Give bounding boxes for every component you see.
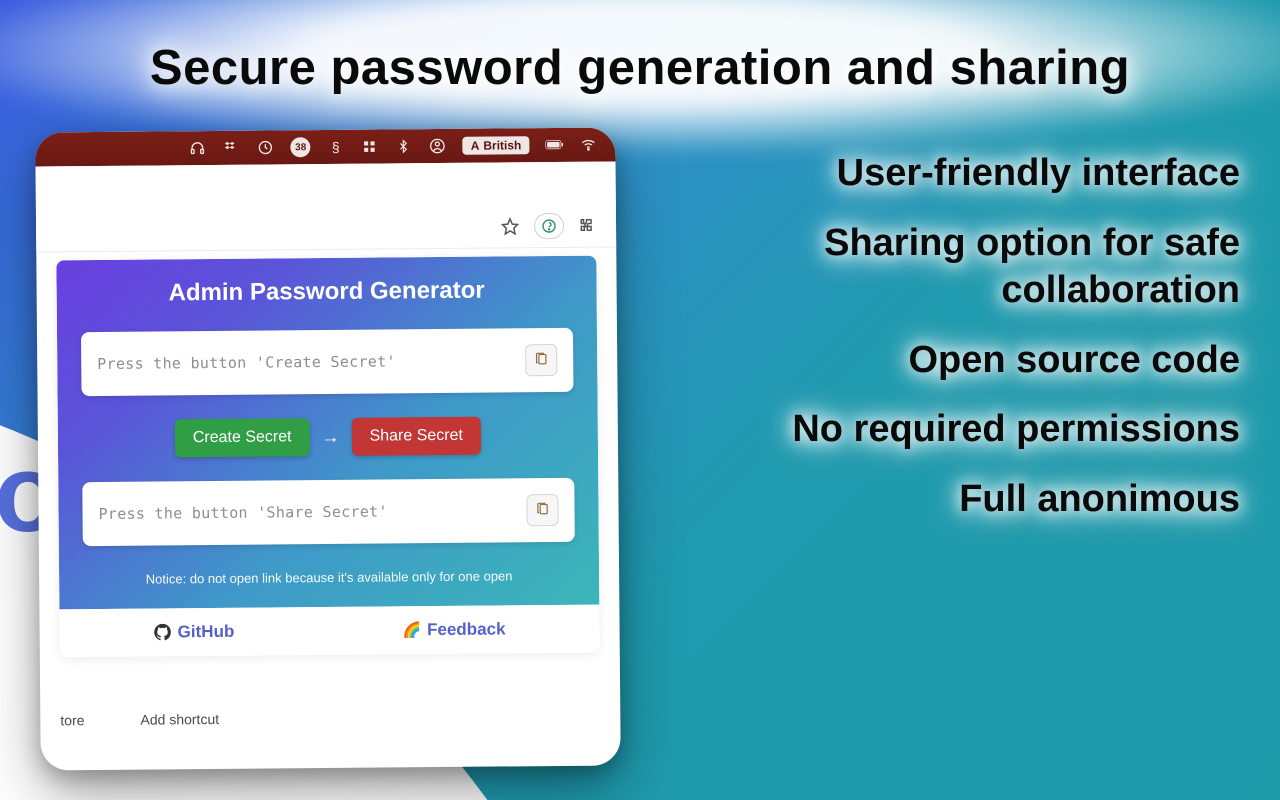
dropbox-icon — [223, 139, 241, 157]
mac-window: 38 § A British — [35, 127, 621, 770]
input-language: British — [483, 138, 521, 152]
feedback-label: Feedback — [427, 619, 506, 640]
chrome-ntp-row: tore Add shortcut — [60, 711, 219, 728]
grid-icon — [361, 138, 379, 156]
clipboard-icon — [535, 502, 549, 519]
bluetooth-icon[interactable] — [395, 137, 413, 155]
headphones-icon — [189, 139, 207, 157]
clipboard-icon — [534, 352, 548, 369]
star-icon[interactable] — [496, 212, 524, 240]
browser-tab-strip — [36, 161, 616, 208]
github-link[interactable]: GitHub — [154, 622, 235, 643]
mac-menubar: 38 § A British — [35, 127, 615, 166]
puzzle-icon[interactable] — [574, 211, 602, 239]
feature-item: Open source code — [908, 337, 1240, 385]
badge-count: 38 — [295, 142, 306, 153]
action-row: Create Secret → Share Secret — [82, 416, 574, 458]
popup-title: Admin Password Generator — [81, 276, 573, 308]
user-icon[interactable] — [429, 137, 447, 155]
battery-icon — [545, 136, 563, 154]
browser-toolbar — [36, 203, 616, 252]
github-label: GitHub — [178, 622, 235, 642]
arrow-icon: → — [321, 426, 339, 447]
feature-item: User-friendly interface — [837, 150, 1240, 198]
copy-share-button[interactable] — [526, 494, 558, 526]
feature-list: User-friendly interface Sharing option f… — [640, 150, 1240, 523]
popup-footer: GitHub 🌈 Feedback — [59, 605, 599, 658]
create-secret-button[interactable]: Create Secret — [175, 418, 310, 457]
wifi-icon — [579, 136, 597, 154]
ntp-text-partial: tore — [60, 712, 84, 728]
clock-icon — [257, 138, 275, 156]
feedback-link[interactable]: 🌈 Feedback — [402, 619, 505, 640]
feature-item: No required permissions — [792, 406, 1240, 454]
add-shortcut-label[interactable]: Add shortcut — [140, 711, 219, 728]
feature-item: Full anonimous — [959, 476, 1240, 524]
create-secret-placeholder: Press the button 'Create Secret' — [97, 352, 396, 373]
github-icon — [154, 623, 172, 641]
notification-badge[interactable]: 38 — [291, 137, 311, 157]
popup-body: Admin Password Generator Press the butto… — [56, 256, 599, 610]
input-letter: A — [471, 139, 480, 153]
notice-text: Notice: do not open link because it's av… — [83, 568, 575, 587]
create-secret-output: Press the button 'Create Secret' — [81, 328, 574, 396]
share-secret-output: Press the button 'Share Secret' — [82, 478, 575, 546]
feature-item: Sharing option for safe collaboration — [640, 220, 1240, 315]
input-source-indicator[interactable]: A British — [463, 136, 530, 155]
share-secret-button[interactable]: Share Secret — [351, 417, 481, 456]
section-icon: § — [327, 138, 345, 156]
extension-active-icon[interactable] — [534, 212, 564, 238]
share-secret-placeholder: Press the button 'Share Secret' — [98, 502, 387, 523]
rainbow-icon: 🌈 — [402, 621, 421, 639]
copy-create-button[interactable] — [525, 344, 557, 376]
promo-headline: Secure password generation and sharing — [0, 40, 1280, 96]
extension-popup: Admin Password Generator Press the butto… — [56, 256, 599, 658]
promo-canvas: og Secure password generation and sharin… — [0, 0, 1280, 800]
